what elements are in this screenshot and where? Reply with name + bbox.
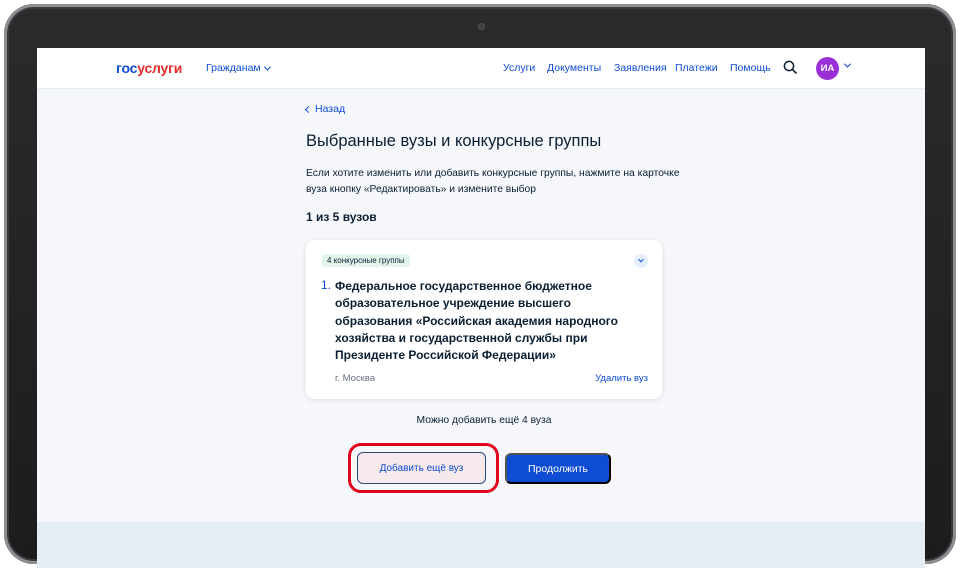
university-city: г. Москва [335,373,376,384]
back-label: Назад [315,103,346,115]
expand-card-button[interactable] [634,254,648,268]
nav-documents[interactable]: Документы [547,62,601,74]
remove-university-link[interactable]: Удалить вуз [595,373,648,384]
back-link[interactable]: Назад [304,103,346,115]
page-footer [37,522,925,568]
can-add-more-text: Можно добавить ещё 4 вуза [416,415,552,426]
university-count: 1 из 5 вузов [306,210,377,224]
chevron-down-icon[interactable] [843,60,852,68]
citizens-label: Гражданам [206,62,261,74]
camera-icon [478,23,485,30]
avatar-initials: ИА [820,63,835,74]
chevron-down-icon [263,63,271,71]
nav-help[interactable]: Помощь [730,62,771,74]
laptop-frame: госуслуги Гражданам Услуги Документы Зая… [4,4,956,568]
continue-button[interactable]: Продолжить [505,453,611,484]
site-header: госуслуги Гражданам Услуги Документы Зая… [37,48,925,89]
chevron-left-icon [304,105,313,113]
nav-services[interactable]: Услуги [503,62,535,74]
avatar[interactable]: ИА [816,57,839,80]
browser-screen: госуслуги Гражданам Услуги Документы Зая… [37,48,925,568]
university-name: Федеральное государственное бюджетное об… [335,279,618,363]
page-description: Если хотите изменить или добавить конкур… [306,168,680,195]
citizens-dropdown[interactable]: Гражданам [206,62,271,74]
add-university-button[interactable]: Добавить ещё вуз [357,452,486,484]
nav-applications[interactable]: Заявления [614,62,667,74]
logo-text-part1: гос [116,60,138,76]
gosuslugi-logo[interactable]: госуслуги [116,60,182,76]
nav-payments[interactable]: Платежи [675,62,718,74]
competition-groups-badge: 4 конкурсные группы [322,254,410,267]
page-title: Выбранные вузы и конкурсные группы [306,132,602,150]
university-card: 4 конкурсные группы 1. Федеральное госуд… [306,240,662,399]
chevron-down-icon [638,256,644,263]
search-icon[interactable] [783,60,797,74]
university-number: 1. [321,278,332,292]
logo-text-part2: услуги [137,60,183,76]
